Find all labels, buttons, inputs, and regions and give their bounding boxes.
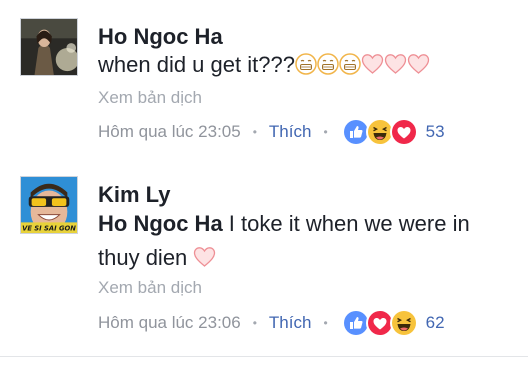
heart-icon — [193, 244, 216, 278]
like-button[interactable]: Thích — [269, 122, 312, 142]
see-translation-link[interactable]: Xem bản dịch — [98, 277, 202, 299]
comment-meta: Hôm qua lúc 23:06 • Thích • 62 — [98, 309, 445, 337]
comment-timestamp[interactable]: Hôm qua lúc 23:05 — [98, 122, 241, 142]
comment-text: when did u get it??? — [98, 48, 508, 85]
grimacing-face-icon — [317, 51, 339, 85]
grimacing-face-icon — [295, 51, 317, 85]
grimacing-face-icon — [339, 51, 361, 85]
see-translation-link[interactable]: Xem bản dịch — [98, 87, 202, 109]
heart-icon — [384, 51, 407, 85]
comment-author[interactable]: Ho Ngoc Ha — [98, 24, 223, 50]
emoji-list — [295, 52, 430, 77]
reactions-summary[interactable]: 62 — [341, 309, 445, 337]
like-button[interactable]: Thích — [269, 313, 312, 333]
separator-dot: • — [252, 316, 257, 330]
avatar-ho-ngoc-ha[interactable] — [20, 18, 78, 76]
heart-icon — [407, 51, 430, 85]
mention-link[interactable]: Ho Ngoc Ha — [98, 211, 223, 236]
comment-body: when did u get it??? — [98, 52, 295, 77]
avatar-kim-ly[interactable]: VE SI SAI GON — [20, 176, 78, 234]
avatar-photo: VE SI SAI GON — [21, 177, 77, 233]
love-reaction-icon — [389, 118, 418, 146]
divider — [0, 356, 528, 357]
reaction-count[interactable]: 53 — [426, 122, 445, 142]
comment-text: Ho Ngoc Ha I toke it when we were in thu… — [98, 207, 508, 278]
reactions-summary[interactable]: 53 — [341, 118, 445, 146]
separator-dot: • — [252, 125, 257, 139]
separator-dot: • — [323, 316, 328, 330]
comment-author[interactable]: Kim Ly — [98, 182, 171, 208]
heart-icon — [361, 51, 384, 85]
reaction-count[interactable]: 62 — [426, 313, 445, 333]
comment-meta: Hôm qua lúc 23:05 • Thích • 53 — [98, 118, 445, 146]
haha-reaction-icon — [389, 309, 418, 337]
avatar-photo — [21, 19, 77, 75]
separator-dot: • — [323, 125, 328, 139]
comment-timestamp[interactable]: Hôm qua lúc 23:06 — [98, 313, 241, 333]
avatar-caption: VE SI SAI GON — [22, 225, 76, 233]
